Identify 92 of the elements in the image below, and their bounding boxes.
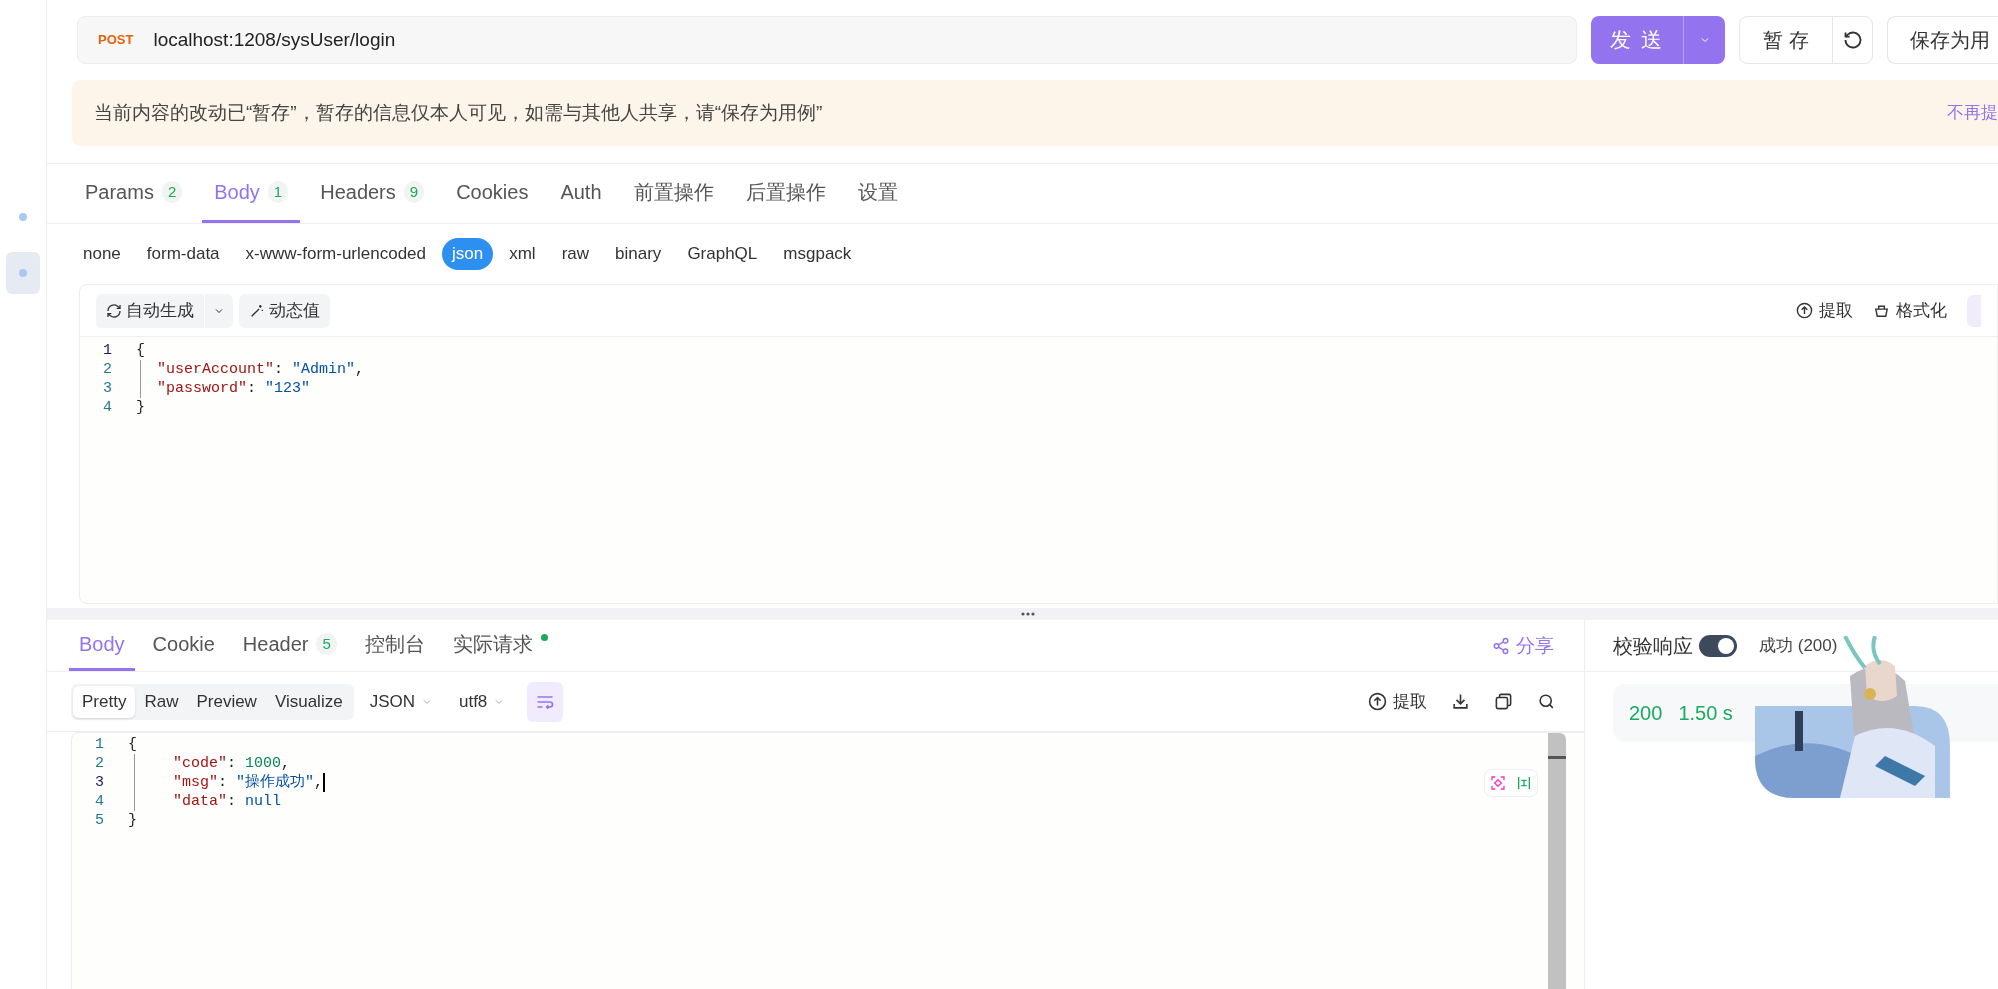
tab-label: 控制台 [364,632,425,657]
code-line: { [136,341,145,360]
validation-result: 成功 (200) [1759,634,1838,657]
line-number: 3 [94,773,104,792]
tab-label: Auth [560,180,602,205]
url-text: localhost:1208/sysUser/login [153,27,396,52]
tab-label: Params [85,180,154,205]
code-line: "data": null [173,792,282,811]
resize-handle-icon[interactable] [1020,612,1035,616]
code-line: "password": "123" [157,379,311,398]
url-field[interactable]: POST localhost:1208/sysUser/login [77,16,1577,64]
count-badge: 2 [161,180,183,204]
request-tab[interactable]: Headers 9 [308,164,437,223]
validation-label: 校验响应 [1613,633,1693,659]
code-line: } [128,811,137,830]
response-tab[interactable]: Body [69,620,135,671]
share-button[interactable]: 分享 [1492,621,1554,671]
body-type-option[interactable]: form-data [136,238,230,270]
tab-label: Cookie [152,632,215,657]
line-number: 3 [102,379,112,398]
refresh-icon [106,302,122,319]
text-cursor [323,773,326,792]
tab-label: 前置操作 [633,180,714,205]
tab-label: Body [79,632,125,657]
tab-label: Header [242,632,309,657]
copy-icon[interactable] [1494,692,1513,711]
code-line: "userAccount": "Admin", [157,360,365,379]
view-tab[interactable]: Pretty [73,685,136,718]
scrollbar[interactable] [1548,733,1566,989]
tab-label: Body [214,180,260,205]
count-badge: 5 [316,632,337,656]
download-icon[interactable] [1451,692,1470,711]
align-icon[interactable] [1516,775,1532,791]
response-tab[interactable]: Header 5 [232,620,347,671]
code-line: { [128,735,137,754]
body-type-option[interactable]: x-www-form-urlencoded [235,238,436,270]
line-number: 4 [102,398,112,417]
tab-label: Cookies [456,180,529,205]
extract-button[interactable]: 提取 [1796,297,1853,324]
magic-wand-icon [249,302,265,319]
code-line: } [136,398,145,417]
code-line: "code": 1000, [173,754,291,773]
body-type-option[interactable]: raw [551,238,600,270]
body-type-option[interactable]: xml [499,238,546,270]
count-badge: 1 [267,180,289,204]
wrap-button[interactable] [527,681,564,722]
request-tab[interactable]: 设置 [845,164,910,223]
response-tab[interactable]: 控制台 [354,620,435,671]
format-select[interactable]: JSON [369,688,433,715]
upload-circle-icon [1796,302,1813,319]
sidebar-item[interactable] [6,252,40,294]
save-case-button[interactable]: 保存为用 [1887,16,1998,64]
tab-label: Headers [320,180,396,205]
notice-text: 当前内容的改动已“暂存”，暂存的信息仅本人可见，如需与其他人共享，请“保存为用例” [94,100,823,125]
validation-toggle[interactable] [1699,634,1737,657]
focus-icon[interactable] [1490,775,1506,791]
body-type-option[interactable]: binary [605,238,672,270]
line-number: 5 [94,811,104,830]
code-line: "msg": "操作成功", [173,773,324,792]
request-tab[interactable]: Body 1 [202,164,301,223]
tab-label: 实际请求 [452,632,533,657]
line-number: 1 [102,341,112,360]
tab-label: 后置操作 [745,180,826,205]
line-number: 2 [94,754,104,773]
request-tab[interactable]: 后置操作 [733,164,838,223]
search-icon[interactable] [1537,692,1556,711]
view-tab[interactable]: Raw [135,685,188,718]
undo-icon [1842,30,1863,50]
line-number: 4 [94,792,104,811]
line-number: 2 [102,360,112,379]
format-button[interactable]: 格式化 [1873,297,1947,324]
encoding-select[interactable]: utf8 [458,688,506,715]
upload-circle-icon [1368,692,1387,711]
dynamic-value-button[interactable]: 动态值 [239,293,330,328]
stat-value: 1.50 s [1678,701,1733,726]
extract-button[interactable]: 提取 [1368,688,1427,715]
line-number: 1 [94,735,104,754]
view-tab[interactable]: Preview [187,685,266,718]
view-tab[interactable]: Visualize [265,685,352,718]
body-type-option[interactable]: GraphQL [677,238,768,270]
request-tab[interactable]: Params 2 [73,164,195,223]
response-tab[interactable]: Cookie [142,620,225,671]
stat-value: 200 [1629,701,1663,726]
share-icon [1492,637,1510,655]
request-tab[interactable]: 前置操作 [621,164,726,223]
body-type-option[interactable]: none [73,238,131,270]
count-badge: 9 [403,180,425,204]
request-tab[interactable]: Auth [548,164,614,223]
request-tab[interactable]: Cookies [444,164,541,223]
response-tab[interactable]: 实际请求 [442,620,558,671]
tab-label: 设置 [857,180,898,205]
body-type-option[interactable]: msgpack [773,238,862,270]
